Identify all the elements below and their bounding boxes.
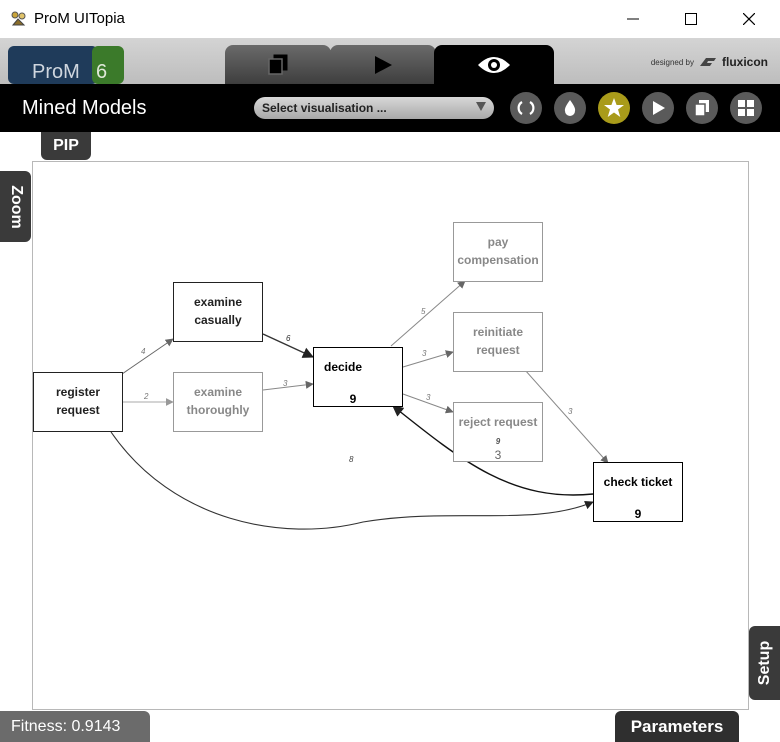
- fluxicon-brand: fluxicon: [721, 55, 768, 69]
- play-icon: [375, 55, 392, 74]
- node-label: reject request: [458, 415, 538, 429]
- prom-logo: ProM 6: [8, 46, 124, 84]
- tab-views[interactable]: [434, 45, 554, 84]
- edge-label-decide-reject: 3: [426, 393, 431, 402]
- node-decide[interactable]: decide 9: [313, 347, 403, 407]
- drop-icon: [564, 100, 576, 116]
- zoom-tab[interactable]: Zoom: [0, 171, 31, 242]
- edge-label-decide-reinitiate: 3: [422, 349, 427, 358]
- close-icon: [743, 13, 755, 25]
- minimize-icon: [627, 18, 639, 20]
- designed-by: designed by fluxicon: [651, 55, 768, 69]
- svg-text:ProM: ProM: [32, 61, 80, 83]
- designed-by-text: designed by: [650, 57, 694, 67]
- edge-label-check-decide: 8: [349, 455, 354, 464]
- edge-label-decide-pay: 5: [421, 307, 426, 316]
- grid-button[interactable]: [730, 92, 762, 124]
- process-edges: [110, 280, 609, 530]
- copy-icon: [268, 54, 288, 75]
- tab-actions[interactable]: [330, 45, 436, 84]
- node-check-ticket[interactable]: check ticket 9: [593, 462, 683, 522]
- setup-tab[interactable]: Setup: [749, 626, 780, 700]
- visualisation-select-label: Select visualisation ...: [262, 101, 387, 115]
- app-header: ProM 6 designed by fluxicon: [0, 38, 780, 84]
- node-sub-count: 9: [495, 437, 501, 446]
- play-icon: [653, 101, 665, 115]
- node-examine-thoroughly[interactable]: examine thoroughly: [173, 372, 263, 432]
- edge-register-casually: [121, 338, 174, 375]
- fluxicon-logo-icon: [699, 58, 716, 66]
- maximize-icon: [685, 13, 697, 25]
- edge-label-thoroughly-decide: 3: [283, 379, 288, 388]
- node-label: examine casually: [193, 295, 243, 327]
- node-count: 9: [634, 507, 642, 521]
- favorite-button[interactable]: [598, 92, 630, 124]
- edge-label-casually-decide: 6: [286, 334, 291, 343]
- play-button[interactable]: [642, 92, 674, 124]
- node-count: 3: [494, 448, 502, 462]
- node-label: register request: [55, 385, 101, 417]
- edge-label-register-thoroughly: 2: [144, 392, 149, 401]
- edge-thoroughly-decide: [262, 380, 314, 391]
- eye-icon: [478, 56, 510, 73]
- grid-icon: [738, 100, 754, 116]
- window-titlebar: ProM UITopia: [0, 0, 780, 38]
- parameters-tab[interactable]: Parameters: [615, 711, 739, 742]
- node-label: check ticket: [603, 475, 673, 489]
- fitness-indicator: Fitness: 0.9143: [0, 711, 150, 742]
- close-button[interactable]: [720, 0, 778, 38]
- window-title: ProM UITopia: [34, 10, 125, 27]
- svg-text:6: 6: [96, 61, 107, 83]
- star-icon: [604, 98, 624, 117]
- edge-label-reinitiate-check: 3: [568, 407, 573, 416]
- node-reinitiate-request[interactable]: reinitiate request: [453, 312, 543, 372]
- node-reject-request[interactable]: reject request 9 3: [453, 402, 543, 462]
- node-count: 9: [349, 392, 357, 406]
- visualisation-select[interactable]: Select visualisation ...: [254, 97, 494, 119]
- edge-label-register-casually: 4: [141, 347, 146, 356]
- refresh-icon: [517, 101, 535, 115]
- maximize-button[interactable]: [662, 0, 720, 38]
- app-icon: [11, 11, 26, 26]
- chevron-down-icon: [476, 102, 486, 111]
- pip-tab[interactable]: PIP: [41, 132, 91, 160]
- edge-decide-reinitiate: [402, 350, 454, 368]
- color-button[interactable]: [554, 92, 586, 124]
- refresh-button[interactable]: [510, 92, 542, 124]
- node-label: reinitiate request: [472, 325, 523, 357]
- tab-workspace[interactable]: [225, 45, 331, 84]
- node-label: pay compensation: [457, 235, 539, 267]
- node-label: examine thoroughly: [186, 385, 250, 417]
- node-label: decide: [324, 360, 363, 374]
- copy-button[interactable]: [686, 92, 718, 124]
- process-model-canvas[interactable]: 4 2 6 3 5 3 3 3 8 register request exami…: [32, 161, 749, 710]
- zoom-tab-label: Zoom: [7, 184, 25, 229]
- node-pay-compensation[interactable]: pay compensation: [453, 222, 543, 282]
- node-examine-casually[interactable]: examine casually: [173, 282, 263, 342]
- view-toolbar: Mined Models Select visualisation ...: [0, 84, 780, 132]
- minimize-button[interactable]: [604, 0, 662, 38]
- node-register-request[interactable]: register request: [33, 372, 123, 432]
- page-title: Mined Models: [22, 97, 147, 119]
- setup-tab-label: Setup: [755, 640, 773, 686]
- copy-icon: [694, 100, 709, 117]
